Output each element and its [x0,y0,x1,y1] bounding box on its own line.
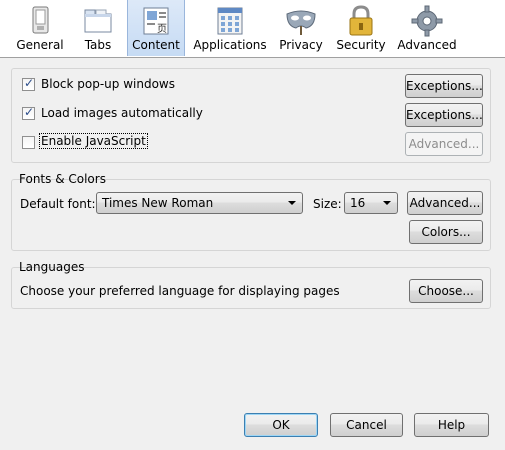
choose-language-button[interactable]: Choose... [409,279,483,303]
font-size-value: 16 [350,196,366,210]
languages-title: Languages [19,260,85,274]
block-popups-checkbox[interactable]: ✓ [22,76,35,91]
javascript-advanced-button[interactable]: Advanced... [405,132,483,156]
content-icon: 页 [143,7,169,35]
languages-description: Choose your preferred language for displ… [20,284,340,298]
tab-tabs-label: Tabs [84,38,112,52]
fonts-colors-title: Fonts & Colors [19,172,106,186]
tab-general-label: General [16,38,64,52]
tab-tabs[interactable]: Tabs [70,0,126,56]
fonts-advanced-button[interactable]: Advanced... [407,191,483,215]
gear-icon [411,5,443,37]
help-button[interactable]: Help [414,413,489,437]
tab-security-label: Security [336,38,386,52]
load-images-label: Load images automatically [41,106,203,120]
ok-button[interactable]: OK [244,413,318,437]
load-images-checkbox[interactable]: ✓ [22,105,35,120]
enable-javascript-checkbox[interactable] [22,136,35,149]
tab-content[interactable]: 页 Content [127,0,185,56]
tab-advanced[interactable]: Advanced [396,0,458,56]
tab-general[interactable]: General [12,0,68,56]
tab-applications-label: Applications [193,38,267,52]
cancel-button[interactable]: Cancel [330,413,403,437]
chevron-down-icon [383,201,391,205]
enable-javascript-label: Enable JavaScript [39,133,148,149]
options-toolbar: General Tabs 页 Content Applications Priv… [0,0,505,58]
checkmark-icon: ✓ [24,105,35,119]
size-label: Size: [313,197,342,211]
tab-security[interactable]: Security [334,0,388,56]
tab-privacy[interactable]: Privacy [275,0,327,56]
tab-applications[interactable]: Applications [193,0,267,56]
applications-icon [217,7,243,35]
block-popups-label: Block pop-up windows [41,77,175,91]
tab-privacy-label: Privacy [279,38,323,52]
default-font-value: Times New Roman [102,196,214,210]
tab-content-label: Content [132,38,180,52]
images-exceptions-button[interactable]: Exceptions... [405,103,483,127]
options-window: General Tabs 页 Content Applications Priv… [0,0,505,450]
default-font-select[interactable]: Times New Roman [96,192,303,214]
chevron-down-icon [288,201,296,205]
padlock-icon [349,5,373,36]
svg-text:页: 页 [157,23,167,35]
checkmark-icon: ✓ [24,76,35,90]
colors-button[interactable]: Colors... [409,220,483,244]
tabs-icon [84,9,112,33]
popup-exceptions-button[interactable]: Exceptions... [405,74,483,98]
privacy-mask-icon [286,10,316,35]
general-icon [32,6,49,34]
tab-advanced-label: Advanced [397,38,457,52]
font-size-select[interactable]: 16 [344,192,398,214]
default-font-label: Default font: [20,197,96,211]
